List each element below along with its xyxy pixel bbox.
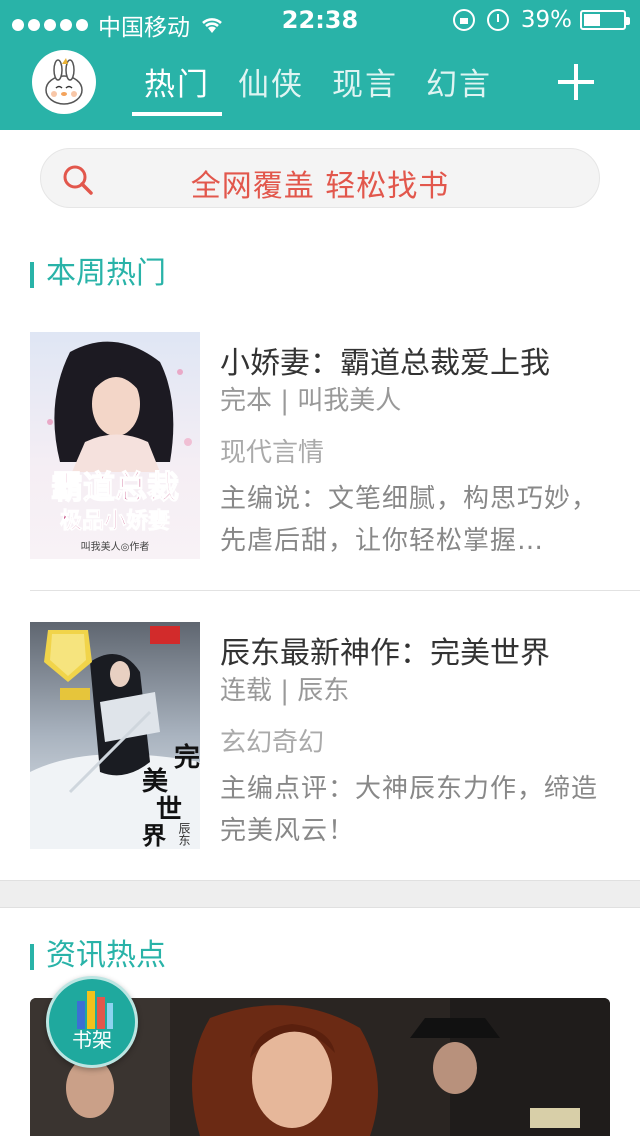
section-title-news: 资讯热点 (30, 938, 166, 974)
book-category: 现代言情 (220, 438, 325, 468)
rotation-lock-icon (452, 9, 475, 31)
section-title-weekly: 本周热门 (30, 256, 166, 292)
book-category: 玄幻奇幻 (220, 728, 325, 758)
book-cover[interactable]: 完 美 世 界 辰东 (30, 622, 200, 849)
cover-title-char: 完 (174, 742, 200, 773)
alarm-icon (486, 9, 509, 31)
book-title[interactable]: 辰东最新神作：完美世界 (220, 628, 550, 672)
book-description: 主编说：文笔细腻，构思巧妙，先虐后甜，让你轻松掌握… (220, 484, 599, 556)
tab-xianxia[interactable]: 仙侠 (224, 60, 318, 110)
app-header: 中国移动 22:38 39% 热门 仙侠 现言 幻言 (0, 0, 640, 130)
tab-fantasy-romance[interactable]: 幻言 (412, 60, 506, 110)
book-cover[interactable]: 霸道总裁 极品小娇妻 叫我美人◎作者 (30, 332, 200, 559)
battery-icon (580, 10, 630, 30)
avatar[interactable] (32, 50, 96, 114)
cover-subtitle: 极品小娇妻 (60, 508, 170, 534)
divider (30, 590, 640, 591)
cover-author: 叫我美人◎作者 (81, 540, 150, 553)
tab-hot[interactable]: 热门 (130, 60, 224, 116)
book-description: 主编点评：大神辰东力作，缔造完美风云！ (220, 774, 599, 846)
cover-title-char: 界 (142, 821, 166, 849)
tab-modern-romance[interactable]: 现言 (318, 60, 412, 110)
battery-percent: 39% (520, 7, 572, 33)
book-title[interactable]: 小娇妻：霸道总裁爱上我 (220, 338, 550, 382)
add-icon[interactable] (558, 64, 594, 100)
book-meta: 连载 | 辰东 (220, 676, 350, 706)
category-tabs: 热门 仙侠 现言 幻言 (130, 60, 506, 116)
cover-title-char: 美 (142, 766, 168, 797)
book-item[interactable]: 完 美 世 界 辰东 辰东最新神作：完美世界 连载 | 辰东 玄幻奇幻 主编点评… (0, 620, 640, 880)
search-bar[interactable]: 全网覆盖 轻松找书 (40, 148, 600, 208)
bookshelf-button[interactable]: 书架 (46, 976, 138, 1068)
search-placeholder: 全网覆盖 轻松找书 (190, 169, 450, 204)
book-meta: 完本 | 叫我美人 (220, 386, 402, 416)
cover-title: 霸道总裁 (51, 468, 179, 506)
status-bar: 中国移动 22:38 39% (0, 0, 640, 41)
rabbit-mascot-icon (45, 58, 83, 105)
section-separator (0, 880, 640, 908)
battery-fill (584, 14, 601, 26)
book-item[interactable]: 霸道总裁 极品小娇妻 叫我美人◎作者 小娇妻：霸道总裁爱上我 完本 | 叫我美人… (0, 330, 640, 590)
cover-author: 辰东 (177, 822, 191, 846)
bookshelf-label: 书架 (72, 1028, 112, 1052)
status-right: 39% (452, 7, 630, 33)
